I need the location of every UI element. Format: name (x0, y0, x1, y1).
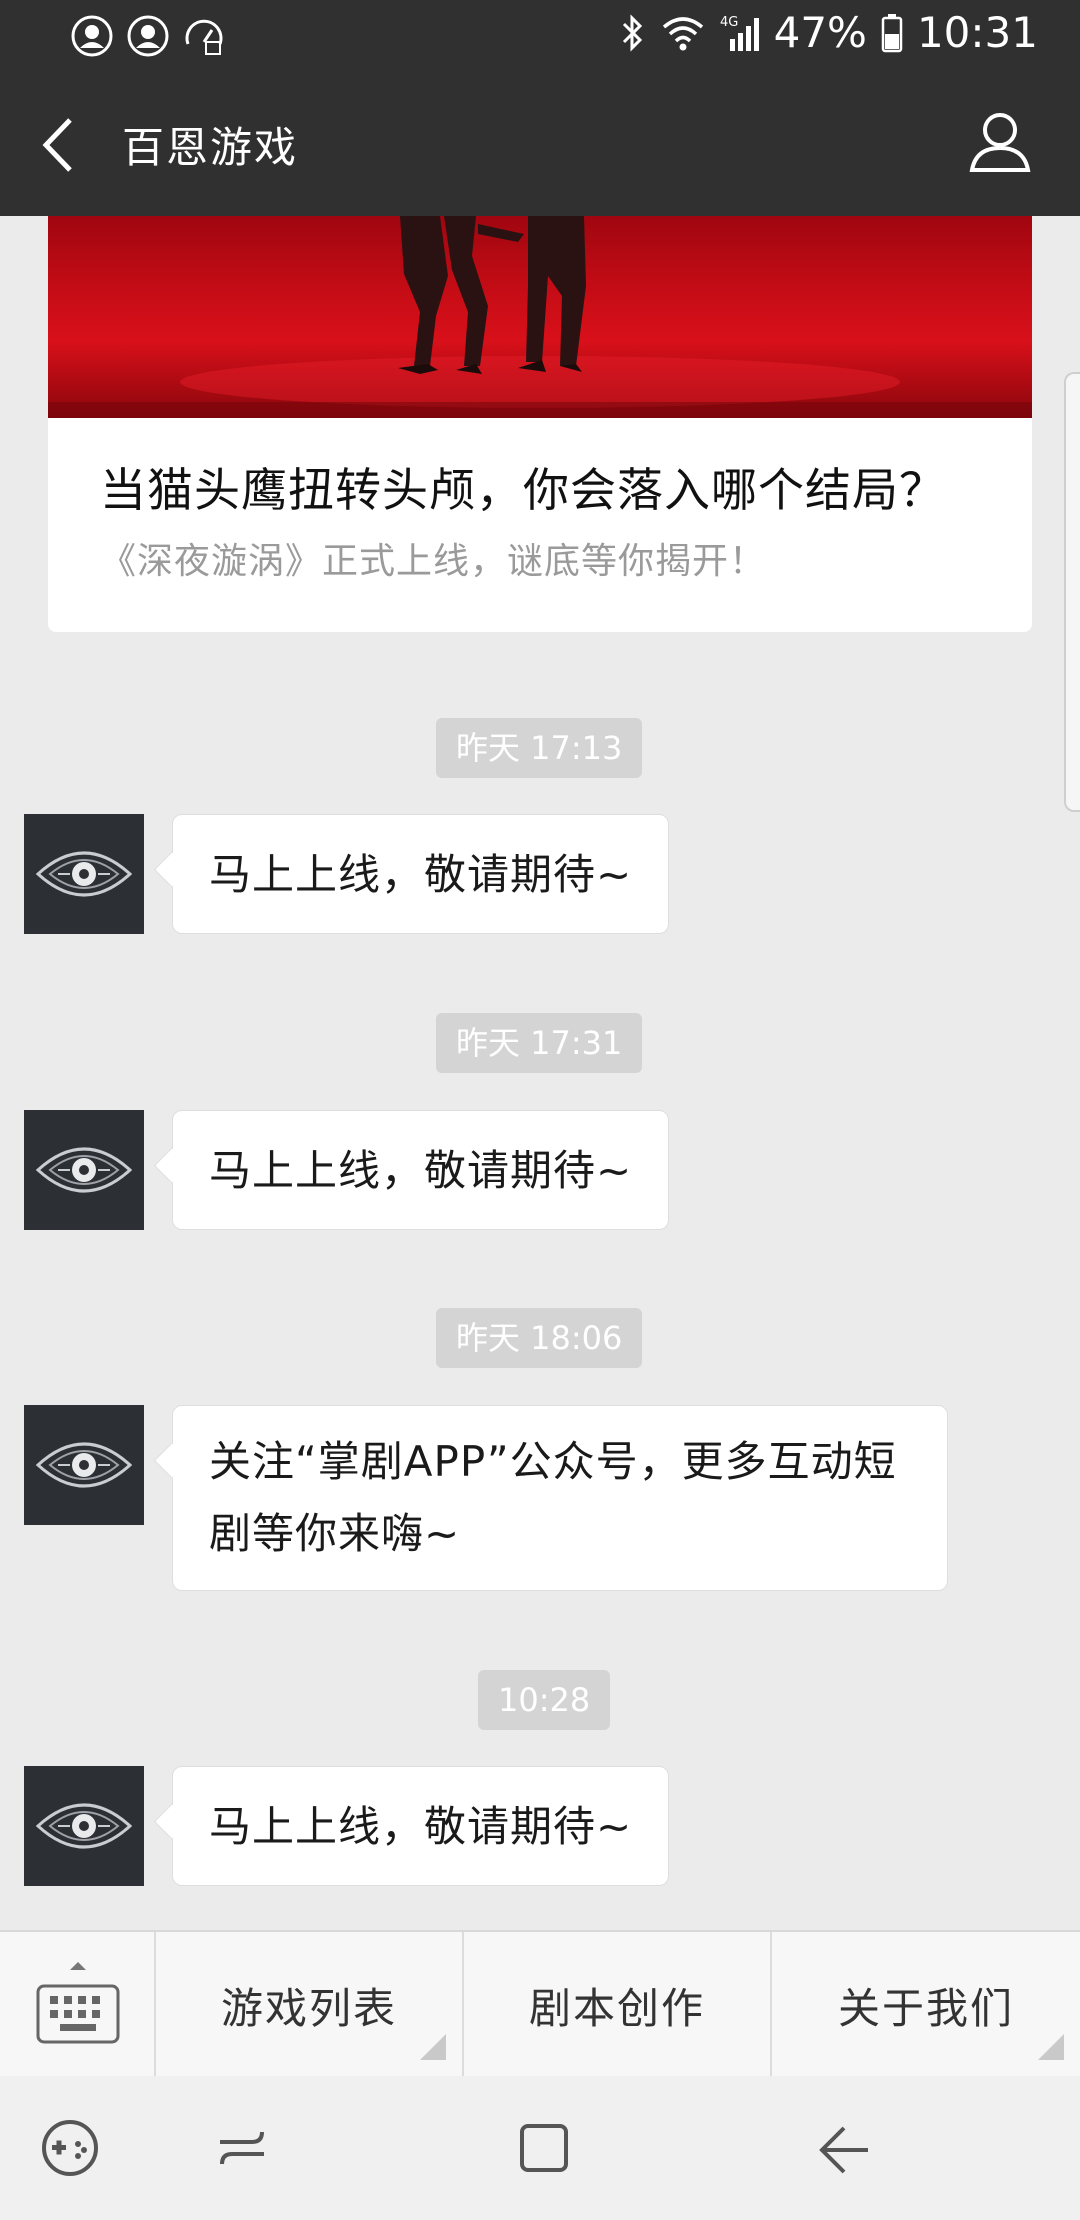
home-icon[interactable] (508, 2112, 580, 2184)
scrollbar[interactable] (1064, 372, 1080, 812)
timestamp: 昨天 18:06 (436, 1308, 643, 1368)
menu-script-writing[interactable]: 剧本创作 (464, 1932, 772, 2078)
menu-label: 关于我们 (837, 1983, 1014, 2033)
article-description: 《深夜漩涡》正式上线，谜底等你揭开！ (100, 541, 767, 582)
timestamp: 昨天 17:31 (436, 1013, 643, 1073)
title-bar: 百恩游戏 (0, 74, 1080, 216)
wifi-icon (660, 13, 706, 53)
person-icon[interactable] (968, 108, 1032, 176)
recent-apps-icon[interactable] (206, 2112, 278, 2184)
signal-icon: 4G (720, 13, 760, 53)
custom-menu-bar: 游戏列表 剧本创作 关于我们 (0, 1930, 1080, 2078)
status-indicators: 4G 47% 10:31 (620, 8, 1038, 57)
avatar[interactable] (24, 1405, 144, 1525)
message-bubble: 马上上线，敬请期待~ (172, 1110, 670, 1230)
back-arrow-icon[interactable] (30, 110, 90, 180)
bluetooth-icon (620, 13, 646, 53)
notification-icon (70, 14, 114, 58)
submenu-indicator-icon (1038, 2034, 1064, 2060)
message-bubble: 马上上线，敬请期待~ (172, 814, 670, 934)
timestamp: 10:28 (478, 1670, 611, 1730)
avatar[interactable] (24, 814, 144, 934)
avatar[interactable] (24, 1110, 144, 1230)
menu-game-list[interactable]: 游戏列表 (156, 1932, 464, 2078)
menu-label: 剧本创作 (528, 1983, 705, 2033)
article-title: 当猫头鹰扭转头颅，你会落入哪个结局？ (100, 463, 946, 517)
clock: 10:31 (916, 8, 1038, 57)
game-launcher-icon[interactable] (34, 2112, 106, 2184)
speed-icon (182, 14, 226, 58)
article-card[interactable]: 当猫头鹰扭转头颅，你会落入哪个结局？ 《深夜漩涡》正式上线，谜底等你揭开！ (48, 216, 1032, 632)
menu-label: 游戏列表 (220, 1983, 397, 2033)
svg-text:4G: 4G (720, 15, 738, 30)
avatar[interactable] (24, 1766, 144, 1886)
article-cover-image (48, 216, 1032, 418)
notification-icon (126, 14, 170, 58)
status-bar: 4G 47% 10:31 (0, 0, 1080, 74)
menu-about-us[interactable]: 关于我们 (772, 1932, 1080, 2078)
submenu-indicator-icon (420, 2034, 446, 2060)
battery-icon (881, 13, 903, 53)
navigation-bar (0, 2076, 1080, 2220)
page-title: 百恩游戏 (122, 123, 299, 172)
back-icon[interactable] (808, 2112, 880, 2184)
message-bubble: 关注“掌剧APP”公众号，更多互动短剧等你来嗨~ (172, 1405, 948, 1591)
status-notifications (70, 14, 226, 58)
keyboard-icon[interactable] (0, 1932, 156, 2078)
message-bubble: 马上上线，敬请期待~ (172, 1766, 670, 1886)
timestamp: 昨天 17:13 (436, 718, 643, 778)
battery-percent: 47% (773, 8, 867, 57)
